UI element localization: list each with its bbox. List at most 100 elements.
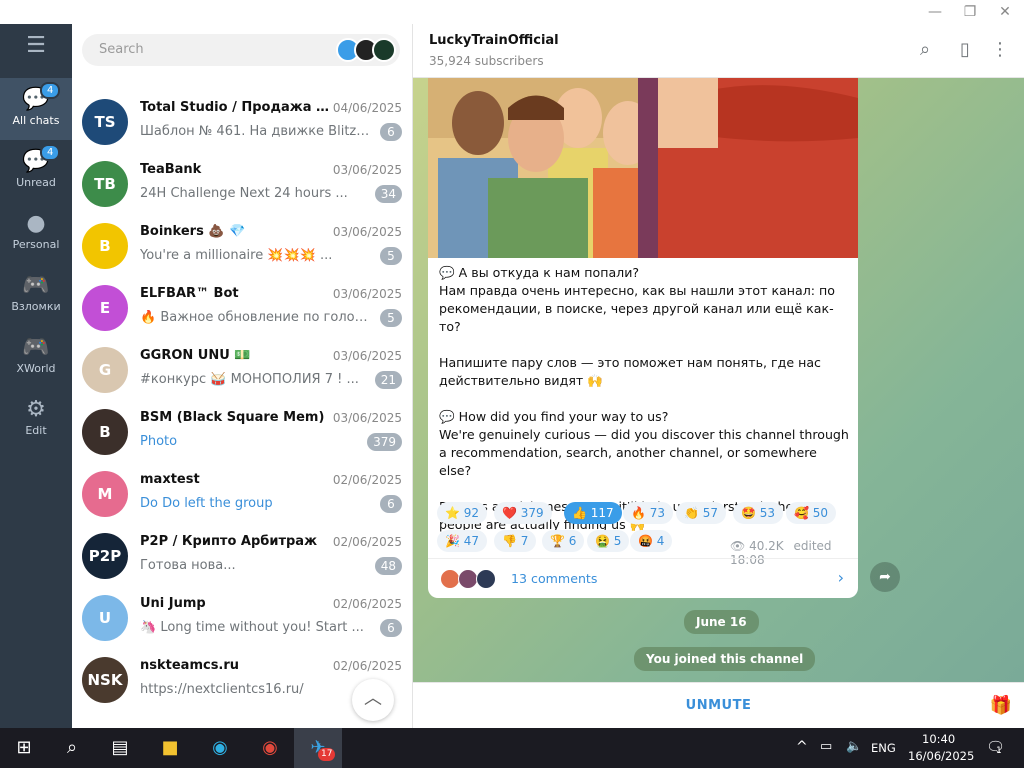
chat-row[interactable]: Mmaxtest 02/06/2025 Do Do left the group 6 [72,464,412,526]
chat-row[interactable]: U Uni Jump 02/06/2025 🦄 Long time without y… [72,588,412,650]
gift-icon[interactable]: 🎁 [990,695,1012,716]
notification-count: 1 [996,746,1002,756]
reaction-emoji: 👍 [572,506,587,520]
folder-rail: ☰ 💬 4 All chats 💬 4 Unread ● Personal 🎮 … [0,24,72,728]
chat-row[interactable]: B Boinkers 💩 💎 03/06/2025 You're a milliona… [72,216,412,278]
reaction-chip[interactable]: 🏆 6 [542,530,585,552]
reaction-chip[interactable]: 🔥 73 [623,502,674,524]
reaction-chip[interactable]: 🤬 4 [630,530,673,552]
windows-taskbar: ⊞ ⌕ ▤ ■ ◉ ◉ ✈ 17 ^ ▭ 🔈 ENG 10:40 16/06/2… [0,728,1024,768]
chat-date: 03/06/2025 [332,287,402,301]
folder-unread[interactable]: 💬 4 Unread [0,140,72,202]
chat-date: 02/06/2025 [332,473,402,487]
task-view-icon[interactable]: ▤ [96,728,144,768]
chevron-up-icon[interactable]: ^ [796,739,808,755]
channel-post[interactable]: 💬 А вы откуда к нам попали? Нам правда оч… [428,78,858,598]
folder-all-chats[interactable]: 💬 4 All chats [0,78,72,140]
reaction-chip[interactable]: 👍 117 [564,502,622,524]
chevron-right-icon: › [837,568,844,587]
chat-avatar: G [82,347,128,393]
chat-avatar: B [82,223,128,269]
reaction-chip[interactable]: 🎉 47 [437,530,488,552]
edge-browser-icon[interactable]: ◉ [196,728,244,768]
chrome-icon[interactable]: ◉ [246,728,294,768]
network-icon[interactable]: ▭ [820,739,832,754]
service-message: You joined this channel [634,647,816,671]
story-avatar[interactable] [372,38,396,62]
menu-button[interactable]: ☰ [0,24,72,78]
chat-preview: Photo [140,434,178,449]
view-count: 40.2K [749,539,784,553]
clock-date[interactable]: 16/06/2025 [908,749,974,763]
chat-name: nskteamcs.ru [140,658,240,673]
unread-count: 6 [380,495,402,513]
chat-name: TeaBank [140,162,202,177]
telegram-taskbar-icon[interactable]: ✈ 17 [294,728,342,768]
chat-date: 03/06/2025 [332,225,402,239]
chat-name: Uni Jump [140,596,206,611]
reaction-chip[interactable]: ❤️ 379 [494,502,552,524]
sidebar-toggle-icon[interactable]: ▯ [953,38,977,62]
reaction-chip[interactable]: 👏 57 [676,502,727,524]
folder-label: Personal [12,238,60,251]
search-icon[interactable]: ⌕ [48,728,96,768]
reaction-count: 53 [759,506,776,520]
chat-row[interactable]: B BSM (Black Square Mem) 03/06/2025 Photo 37… [72,402,412,464]
folder-personal[interactable]: ● Personal [0,202,72,264]
folder-xworld[interactable]: 🎮 XWorld [0,326,72,388]
chat-avatar: U [82,595,128,641]
clock-time[interactable]: 10:40 [922,732,955,746]
chat-row[interactable]: E ELFBAR™ Bot 03/06/2025 🔥 Важное обновлени… [72,278,412,340]
gamepad-icon: 🎮 [22,273,50,298]
eye-icon: 👁 [730,539,746,553]
volume-icon[interactable]: 🔈 [846,739,862,754]
chat-row[interactable]: TB TeaBank 03/06/2025 24H Challenge Next 24… [72,154,412,216]
reaction-count: 6 [568,534,577,548]
chat-name: P2P / Крипто Арбитраж [140,534,318,549]
reaction-emoji: 🤮 [595,534,610,548]
chat-row[interactable]: P2P P2P / Крипто Арбитраж 02/06/2025 Готова… [72,526,412,588]
window-titlebar: — ❐ ✕ [0,0,1024,24]
search-input[interactable]: Search [82,34,400,66]
channel-header[interactable]: LuckyTrainOfficial 35,924 subscribers ⌕ … [413,24,1024,78]
folder-vzlomki[interactable]: 🎮 Взломки [0,264,72,326]
more-icon[interactable]: ⋮ [988,38,1012,62]
reaction-chip[interactable]: ⭐ 92 [437,502,488,524]
folder-edit[interactable]: ⚙ Edit [0,388,72,450]
unread-count: 5 [380,247,402,265]
unread-count: 21 [374,371,402,389]
reaction-chip[interactable]: 🥰 50 [786,502,837,524]
scroll-to-top-button[interactable]: ︿ [352,679,394,721]
windows-start-icon[interactable]: ⊞ [0,728,48,768]
reaction-chip[interactable]: 🤮 5 [587,530,630,552]
reaction-chip[interactable]: 👎 7 [494,530,537,552]
chat-name: BSM (Black Square Mem) [140,410,325,425]
maximize-button[interactable]: ❐ [953,0,987,24]
close-button[interactable]: ✕ [988,0,1022,24]
post-line [439,390,851,408]
chat-name: maxtest [140,472,200,487]
sliders-icon: ⚙ [26,397,46,422]
language-indicator[interactable]: ENG [871,741,896,755]
minimize-button[interactable]: — [918,0,952,24]
share-button[interactable]: ➦ [870,562,900,592]
folder-label: Unread [16,176,56,189]
search-icon[interactable]: ⌕ [913,38,937,62]
reaction-chip[interactable]: 🤩 53 [733,502,784,524]
chat-date: 03/06/2025 [332,411,402,425]
comments-button[interactable]: 13 comments › [428,558,858,598]
reaction-count: 50 [812,506,829,520]
file-explorer-icon[interactable]: ■ [146,728,194,768]
reaction-emoji: ❤️ [502,506,517,520]
reaction-emoji: 🎉 [445,534,460,548]
chat-preview: #конкурс 🥁 МОНОПОЛИЯ 7 ! ... [140,372,359,387]
gamepad-icon: 🎮 [22,335,50,360]
chat-preview: 24H Challenge Next 24 hours ... [140,186,348,201]
reaction-count: 73 [649,506,666,520]
unmute-button[interactable]: UNMUTE [413,683,1024,729]
post-image[interactable] [428,78,858,258]
folder-label: XWorld [16,362,56,375]
chat-row[interactable]: TS Total Studio / Продажа и ... 04/06/2025… [72,92,412,154]
chat-row[interactable]: G GGRON UNU 💵 03/06/2025 #конкурс 🥁 МОНОПОЛ… [72,340,412,402]
chat-name: ELFBAR™ Bot [140,286,239,301]
